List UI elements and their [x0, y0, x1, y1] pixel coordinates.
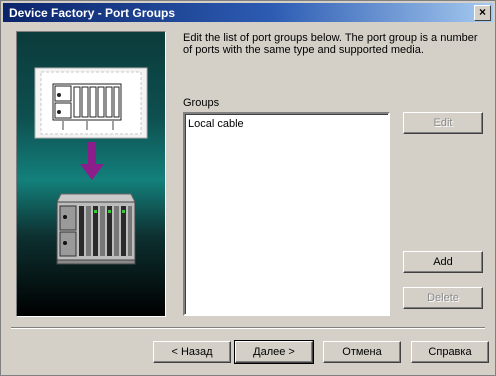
close-icon[interactable]: × — [474, 5, 491, 21]
wizard-window: Device Factory - Port Groups × Edit the … — [0, 0, 496, 376]
delete-button[interactable]: Delete — [403, 287, 483, 309]
title-bar[interactable]: Device Factory - Port Groups × — [3, 3, 493, 22]
cancel-button[interactable]: Отмена — [323, 341, 401, 363]
window-title: Device Factory - Port Groups — [9, 6, 176, 20]
next-button[interactable]: Далее > — [234, 340, 314, 364]
device-illustration-graphic — [34, 67, 148, 265]
footer-separator — [11, 327, 485, 329]
instructions-text: Edit the list of port groups below. The … — [183, 32, 478, 56]
help-button[interactable]: Справка — [411, 341, 489, 363]
edit-button[interactable]: Edit — [403, 112, 483, 134]
list-item[interactable]: Local cable — [188, 118, 244, 130]
groups-label: Groups — [183, 97, 220, 109]
back-button[interactable]: < Назад — [153, 341, 231, 363]
wizard-illustration — [16, 31, 166, 317]
groups-listbox[interactable]: Local cable — [183, 112, 390, 316]
add-button[interactable]: Add — [403, 251, 483, 273]
